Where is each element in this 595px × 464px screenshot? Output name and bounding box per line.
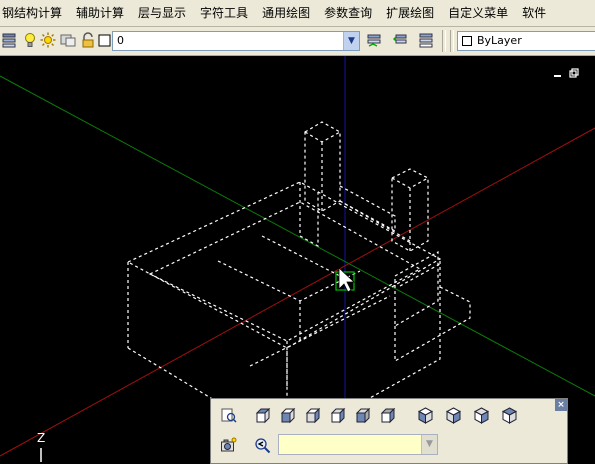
viewport-freeze-icon[interactable]: [60, 32, 76, 48]
ucs-icon: [40, 448, 42, 462]
menu-custom[interactable]: 自定义菜单: [441, 0, 515, 26]
layer-previous-icon[interactable]: [392, 32, 408, 48]
zoom-previous-icon[interactable]: [253, 436, 272, 455]
layer-dropdown[interactable]: 0 ▼: [112, 31, 360, 51]
menu-steel-structure[interactable]: 钢结构计算: [0, 0, 69, 26]
left-view-icon[interactable]: [303, 406, 322, 425]
color-swatch-icon: [462, 36, 472, 46]
layer-lock-icon[interactable]: [80, 32, 96, 48]
menu-auxiliary-calc[interactable]: 辅助计算: [69, 0, 131, 26]
y-axis-line: [0, 75, 595, 397]
sw-iso-icon[interactable]: [416, 406, 435, 425]
chevron-down-icon[interactable]: ▼: [343, 32, 359, 50]
color-control-value: ByLayer: [477, 34, 522, 47]
ucs-z-axis-label: Z: [37, 431, 46, 445]
wireframe-model: [126, 121, 471, 446]
color-swatch-icon[interactable]: [97, 32, 113, 48]
menu-general-drawing[interactable]: 通用绘图: [255, 0, 317, 26]
current-layer-value: 0: [117, 34, 124, 47]
toolbar-separator: [450, 30, 454, 52]
menu-bar: 钢结构计算 辅助计算 层与显示 字符工具 通用绘图 参数查询 扩展绘图 自定义菜…: [0, 0, 595, 27]
bottom-view-icon[interactable]: [278, 406, 297, 425]
menu-layer-display[interactable]: 层与显示: [131, 0, 193, 26]
se-iso-icon[interactable]: [444, 406, 463, 425]
camera-icon[interactable]: [219, 436, 238, 455]
lightbulb-icon[interactable]: [22, 32, 38, 48]
nw-iso-icon[interactable]: [500, 406, 519, 425]
color-control-dropdown[interactable]: ByLayer: [457, 31, 595, 51]
layers-toolbar: 0 ▼ ByLayer: [0, 27, 595, 56]
right-view-icon[interactable]: [328, 406, 347, 425]
sun-freeze-icon[interactable]: [40, 32, 56, 48]
viewport-minimize-icon[interactable]: [553, 68, 563, 78]
layer-states-icon[interactable]: [418, 32, 434, 48]
menu-extended-drawing[interactable]: 扩展绘图: [379, 0, 441, 26]
view-floating-toolbar: × ▼: [210, 398, 568, 464]
close-icon[interactable]: ×: [555, 399, 567, 411]
ucs-dropdown[interactable]: ▼: [278, 434, 438, 455]
front-view-icon[interactable]: [353, 406, 372, 425]
ne-iso-icon[interactable]: [472, 406, 491, 425]
layer-manager-icon[interactable]: [1, 32, 17, 48]
top-view-icon[interactable]: [253, 406, 272, 425]
toolbar-separator: [442, 30, 446, 52]
chevron-down-icon[interactable]: ▼: [421, 435, 437, 454]
menu-parameter-query[interactable]: 参数查询: [317, 0, 379, 26]
menu-text-tools[interactable]: 字符工具: [193, 0, 255, 26]
back-view-icon[interactable]: [378, 406, 397, 425]
make-current-layer-icon[interactable]: [366, 32, 382, 48]
menu-software[interactable]: 软件: [515, 0, 553, 26]
view-manager-icon[interactable]: [219, 406, 238, 425]
viewport-restore-icon[interactable]: [569, 68, 579, 78]
